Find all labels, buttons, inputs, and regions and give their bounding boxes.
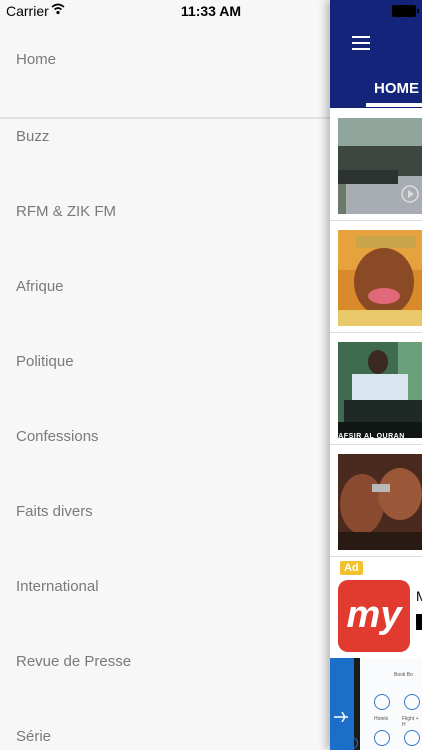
hotel-icon[interactable] <box>374 694 390 710</box>
status-bar: Carrier 11:33 AM <box>0 0 422 22</box>
article-item[interactable] <box>330 446 422 557</box>
main-panel[interactable]: HOME TAFSIR AL QURAN Ad my M Book Bo Hot… <box>330 0 422 750</box>
article-thumbnail <box>338 118 422 214</box>
plane-icon <box>334 712 348 722</box>
menu-item-afrique[interactable]: Afrique <box>16 278 64 295</box>
menu-item-buzz[interactable]: Buzz <box>16 128 49 145</box>
ad-cta-button[interactable] <box>416 614 422 630</box>
menu-item-rfm-zik-fm[interactable]: RFM & ZIK FM <box>16 203 116 220</box>
menu-item-international[interactable]: International <box>16 578 99 595</box>
ad-block[interactable]: Ad my M Book Bo Hotels Flight + H ✕ i <box>330 558 422 750</box>
ad-app-logo[interactable]: my <box>338 580 410 652</box>
article-thumbnail <box>338 454 422 550</box>
banner-top-text: Book Bo <box>394 672 413 678</box>
ad-banner[interactable]: Book Bo Hotels Flight + H ✕ i <box>330 658 422 750</box>
menu-item-home[interactable]: Home <box>16 51 56 68</box>
article-item[interactable]: TAFSIR AL QURAN <box>330 334 422 445</box>
banner-panel: Book Bo Hotels Flight + H <box>360 658 422 750</box>
menu-item-revue-de-presse[interactable]: Revue de Presse <box>16 653 131 670</box>
menu-item-politique[interactable]: Politique <box>16 353 74 370</box>
article-item[interactable] <box>330 222 422 333</box>
menu-item-faits-divers[interactable]: Faits divers <box>16 503 93 520</box>
clock: 11:33 AM <box>180 3 242 19</box>
article-thumbnail <box>338 342 422 438</box>
ad-badge: Ad <box>340 561 363 575</box>
hotels-label: Hotels <box>374 716 389 722</box>
flight-icon[interactable] <box>404 694 420 710</box>
menu-item-confessions[interactable]: Confessions <box>16 428 99 445</box>
flight-hotel-label: Flight + H <box>402 716 419 728</box>
menu-item-serie[interactable]: Série <box>16 728 51 745</box>
article-item[interactable] <box>330 110 422 221</box>
tab-indicator <box>366 103 422 107</box>
thumbnail-caption: TAFSIR AL QURAN <box>334 433 405 440</box>
hamburger-menu-icon[interactable] <box>352 36 370 50</box>
bus-icon[interactable] <box>374 730 390 746</box>
ad-logo-text: my <box>346 594 402 636</box>
ad-close-icon[interactable]: ✕ <box>332 736 342 750</box>
menu-divider <box>0 117 330 119</box>
article-thumbnail <box>338 230 422 326</box>
ad-info-icon[interactable]: i <box>346 737 358 749</box>
train-icon[interactable] <box>404 730 420 746</box>
tab-home[interactable]: HOME <box>374 80 419 97</box>
ad-title[interactable]: M <box>416 588 422 604</box>
side-menu: Home Buzz RFM & ZIK FM Afrique Politique… <box>0 22 330 750</box>
